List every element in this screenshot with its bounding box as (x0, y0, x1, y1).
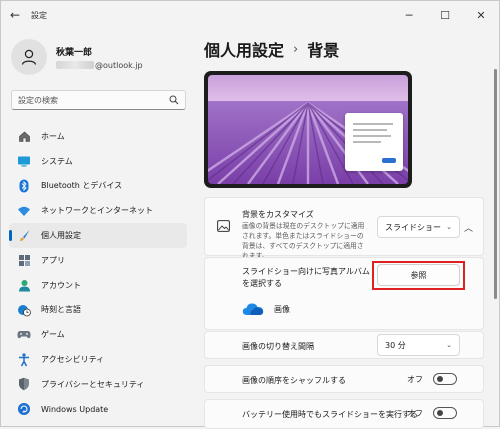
wifi-icon (17, 204, 31, 218)
interval-value: 30 分 (385, 340, 406, 350)
sidebar-item-time-language[interactable]: 時刻と言語 (9, 298, 187, 323)
shuffle-label: 画像の順序をシャッフルする (242, 376, 346, 385)
search-box[interactable] (11, 90, 186, 110)
person-icon (21, 49, 37, 65)
maximize-icon[interactable]: ☐ (427, 1, 463, 29)
system-icon (17, 154, 31, 168)
sidebar-item-label: Bluetooth とデバイス (41, 181, 123, 191)
scrollbar[interactable] (494, 69, 497, 299)
interval-row: 画像の切り替え間隔 30 分 ⌄ (204, 331, 484, 359)
slideshow-album-row: スライドショー向けに写真アルバムを選択する 参照 画像 (204, 257, 484, 330)
sidebar-item-label: システム (41, 156, 73, 166)
profile-email: @outlook.jp (56, 61, 143, 70)
sidebar-item-network[interactable]: ネットワークとインターネット (9, 198, 187, 223)
shield-icon (17, 377, 31, 391)
sidebar-item-accessibility[interactable]: アクセシビリティ (9, 347, 187, 372)
sidebar-item-label: 個人用設定 (41, 231, 81, 241)
sidebar-item-windows-update[interactable]: Windows Update (9, 397, 187, 422)
brush-icon (17, 229, 31, 243)
sidebar-item-label: ゲーム (41, 330, 65, 340)
page-title: 背景 (307, 41, 340, 60)
sidebar-nav: ホーム システム Bluetooth とデバイス ネットワークとインターネット … (9, 124, 187, 422)
battery-label: バッテリー使用時でもスライドショーを実行する (242, 410, 418, 419)
sidebar-item-label: Windows Update (41, 404, 109, 414)
sidebar-item-label: アクセシビリティ (41, 355, 105, 365)
sidebar-item-bluetooth[interactable]: Bluetooth とデバイス (9, 174, 187, 199)
image-icon (217, 220, 230, 235)
update-icon (17, 402, 31, 416)
sidebar-item-accounts[interactable]: アカウント (9, 273, 187, 298)
background-type-dropdown[interactable]: スライドショー ⌄ (377, 216, 460, 238)
chevron-down-icon: ⌄ (446, 223, 452, 231)
apps-icon (17, 253, 31, 267)
gamepad-icon (17, 328, 31, 342)
search-icon[interactable] (169, 95, 179, 105)
globe-clock-icon (17, 303, 31, 317)
breadcrumb-separator: › (293, 41, 299, 57)
sidebar-item-system[interactable]: システム (9, 149, 187, 174)
battery-toggle[interactable] (433, 407, 457, 419)
profile-name: 秋葉一郎 (56, 47, 93, 58)
bluetooth-icon (17, 179, 31, 193)
browse-button[interactable]: 参照 (377, 264, 460, 286)
shuffle-toggle[interactable] (433, 373, 457, 385)
avatar (11, 39, 47, 75)
sidebar-item-personalization[interactable]: 個人用設定 (9, 223, 187, 248)
sidebar-item-label: ネットワークとインターネット (41, 206, 153, 216)
shuffle-toggle-group: オフ (407, 373, 457, 385)
sample-window-preview (345, 113, 403, 171)
background-description: 画像の背景は現在のデスクトップに適用されます。単色またはスライドショーの背景は、… (242, 222, 365, 260)
sidebar-item-label: 時刻と言語 (41, 305, 81, 315)
window-controls: ─ ☐ ✕ (391, 1, 499, 29)
sidebar-item-apps[interactable]: アプリ (9, 248, 187, 273)
breadcrumb: 個人用設定 › 背景 (204, 37, 339, 61)
breadcrumb-parent[interactable]: 個人用設定 (204, 37, 284, 61)
title-bar: ← 設定 ─ ☐ ✕ (1, 1, 499, 29)
background-type-value: スライドショー (385, 222, 441, 232)
album-label: スライドショー向けに写真アルバムを選択する (242, 267, 370, 288)
user-profile[interactable]: 秋葉一郎 @outlook.jp (11, 39, 143, 75)
interval-dropdown[interactable]: 30 分 ⌄ (377, 334, 460, 356)
sidebar-item-label: プライバシーとセキュリティ (41, 379, 145, 389)
accessibility-icon (17, 352, 31, 367)
battery-state: オフ (407, 408, 423, 418)
profile-email-domain: @outlook.jp (95, 60, 143, 70)
chevron-down-icon: ⌄ (446, 341, 452, 349)
slideshow-folder[interactable]: 画像 (242, 302, 290, 316)
minimize-icon[interactable]: ─ (391, 1, 427, 29)
folder-label: 画像 (274, 304, 290, 314)
settings-window: ← 設定 ─ ☐ ✕ 秋葉一郎 @outlook.jp 設定の検索 ホーム シス… (0, 0, 500, 429)
sidebar-item-home[interactable]: ホーム (9, 124, 187, 149)
background-title: 背景をカスタマイズ (242, 210, 314, 219)
sidebar-item-privacy[interactable]: プライバシーとセキュリティ (9, 372, 187, 397)
interval-label: 画像の切り替え間隔 (242, 342, 314, 351)
search-input[interactable] (18, 95, 169, 105)
account-icon (17, 278, 31, 292)
onedrive-cloud-icon (242, 303, 264, 315)
email-redaction (56, 61, 94, 69)
app-title: 設定 (31, 10, 47, 20)
shuffle-row: 画像の順序をシャッフルする オフ (204, 365, 484, 393)
sidebar-item-gaming[interactable]: ゲーム (9, 322, 187, 347)
sidebar-item-label: ホーム (41, 131, 65, 141)
sidebar-item-label: アプリ (41, 255, 65, 265)
battery-toggle-group: オフ (407, 407, 457, 419)
shuffle-state: オフ (407, 374, 423, 384)
sidebar-item-label: アカウント (41, 280, 81, 290)
close-icon[interactable]: ✕ (463, 1, 499, 29)
sample-button (382, 158, 396, 163)
chevron-up-icon[interactable]: ︿ (464, 221, 473, 234)
background-customize-row[interactable]: 背景をカスタマイズ 画像の背景は現在のデスクトップに適用されます。単色またはスラ… (204, 197, 484, 260)
wallpaper-preview (208, 75, 408, 184)
home-icon (17, 129, 31, 143)
back-icon[interactable]: ← (1, 1, 29, 29)
desktop-preview (204, 71, 412, 188)
battery-row: バッテリー使用時でもスライドショーを実行する オフ (204, 399, 484, 429)
